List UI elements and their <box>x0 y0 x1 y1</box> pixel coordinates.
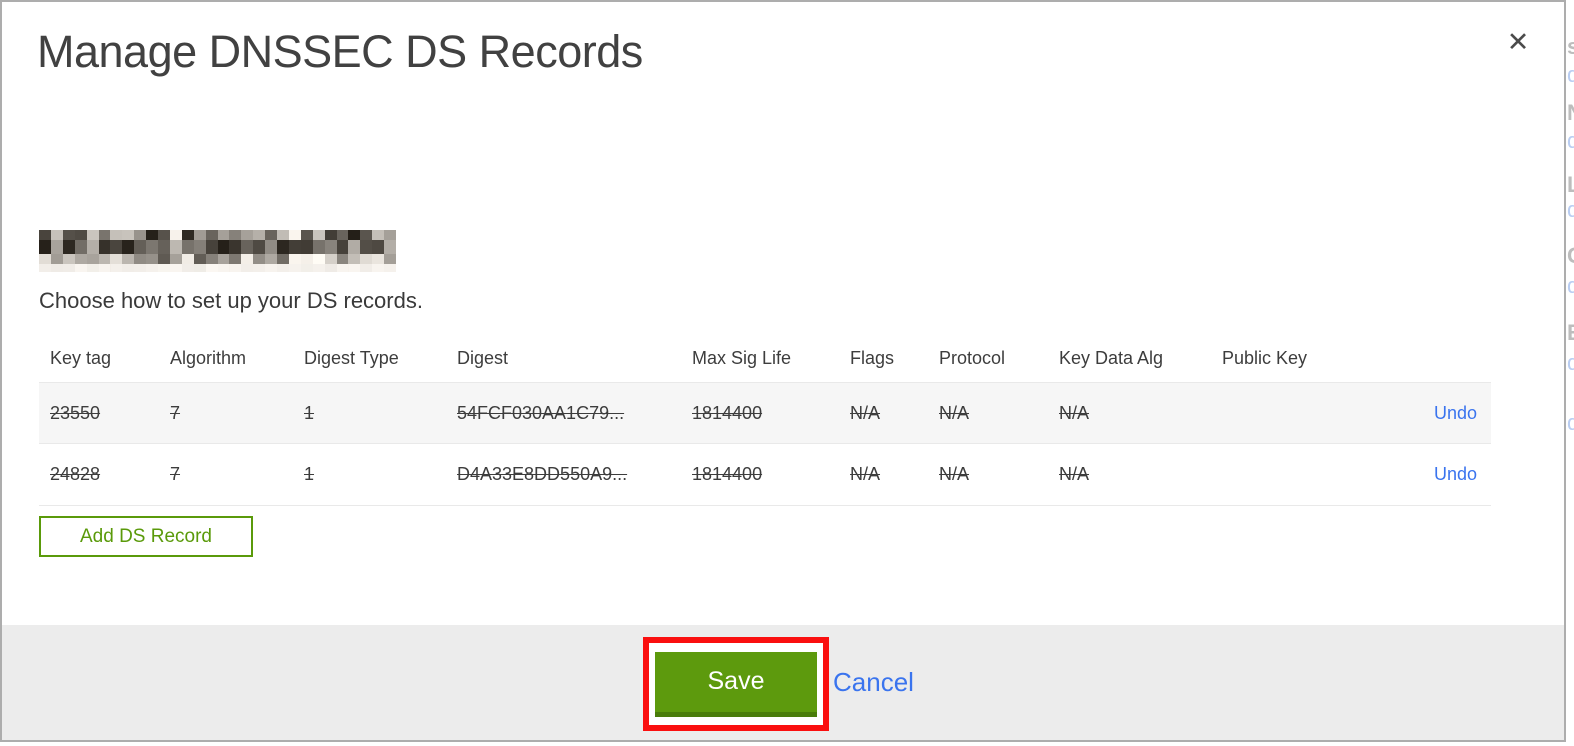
table-header-cell: Public Key <box>1222 347 1308 368</box>
modal-title: Manage DNSSEC DS Records <box>37 26 643 77</box>
table-header-cell: Digest <box>457 347 509 368</box>
background-clipped-text: d <box>1567 350 1574 375</box>
table-cell: 1 <box>304 402 315 423</box>
table-cell: 23550 <box>50 402 101 423</box>
background-clipped-text: E <box>1567 322 1574 344</box>
background-clipped-text: C <box>1567 245 1574 267</box>
table-action-cell: Undo <box>1429 464 1491 485</box>
background-clipped-text: d <box>1567 62 1574 87</box>
screenshot-canvas: sdNdLdCdEdd Manage DNSSEC DS Records ✕ C… <box>0 0 1574 746</box>
table-cell: 1814400 <box>692 464 763 484</box>
intro-text: Choose how to set up your DS records. <box>39 288 423 313</box>
background-clipped-text: L <box>1567 172 1574 197</box>
table-cell: 7 <box>170 402 181 423</box>
table-cell: 54FCF030AA1C79... <box>457 402 625 423</box>
redacted-domain-name <box>39 230 396 272</box>
save-button[interactable]: Save <box>655 651 817 717</box>
table-cell: N/A <box>1059 464 1090 484</box>
table-header-cell: Key tag <box>50 347 112 368</box>
background-clipped-text: d <box>1567 128 1574 153</box>
add-ds-record-button[interactable]: Add DS Record <box>39 516 253 557</box>
table-header-cell: Key Data Alg <box>1059 347 1164 368</box>
table-cell: N/A <box>939 402 970 423</box>
table-cell: 7 <box>170 464 181 484</box>
close-icon[interactable]: ✕ <box>1500 24 1536 60</box>
table-action-cell: Undo <box>1429 403 1491 424</box>
table-cell: N/A <box>1059 402 1090 423</box>
table-row: 23550 7 1 54FCF030AA1C79... 1814400 N/A N/A N/A… <box>39 382 1491 444</box>
table-cell: N/A <box>850 464 881 484</box>
annotation-red-box: Save <box>643 637 829 731</box>
background-clipped-text: d <box>1567 197 1574 222</box>
background-clipped-text: s <box>1567 34 1574 59</box>
background-page-sliver: sdNdLdCdEdd <box>1566 0 1574 746</box>
table-cell: 24828 <box>50 464 101 484</box>
table-cell: 1 <box>304 464 315 484</box>
background-clipped-text: d <box>1567 410 1574 435</box>
table-header-cell: Digest Type <box>304 347 399 368</box>
table-header-cell: Flags <box>850 347 895 368</box>
cancel-link[interactable]: Cancel <box>833 667 914 698</box>
table-header-row: Key tag Algorithm Digest Type Digest Max Sig… <box>39 334 1491 382</box>
table-header-cell: Algorithm <box>170 347 247 368</box>
table-cell: N/A <box>939 464 970 484</box>
table-cell: N/A <box>850 402 881 423</box>
ds-records-table: Key tag Algorithm Digest Type Digest Max Sig… <box>39 334 1491 506</box>
undo-link[interactable]: Undo <box>1434 403 1477 423</box>
table-cell: 1814400 <box>692 402 763 423</box>
table-row: 24828 7 1 D4A33E8DD550A9... 1814400 N/A N/A N/A… <box>39 444 1491 506</box>
table-cell: D4A33E8DD550A9... <box>457 464 628 484</box>
background-clipped-text: d <box>1567 273 1574 298</box>
table-body: 23550 7 1 54FCF030AA1C79... 1814400 N/A N/A N/A… <box>39 382 1491 506</box>
background-clipped-text: N <box>1567 102 1574 124</box>
manage-dnssec-modal: Manage DNSSEC DS Records ✕ Choose how to… <box>0 0 1566 742</box>
table-header-cell: Protocol <box>939 347 1006 368</box>
table-header-cell: Max Sig Life <box>692 347 792 368</box>
undo-link[interactable]: Undo <box>1434 464 1477 484</box>
